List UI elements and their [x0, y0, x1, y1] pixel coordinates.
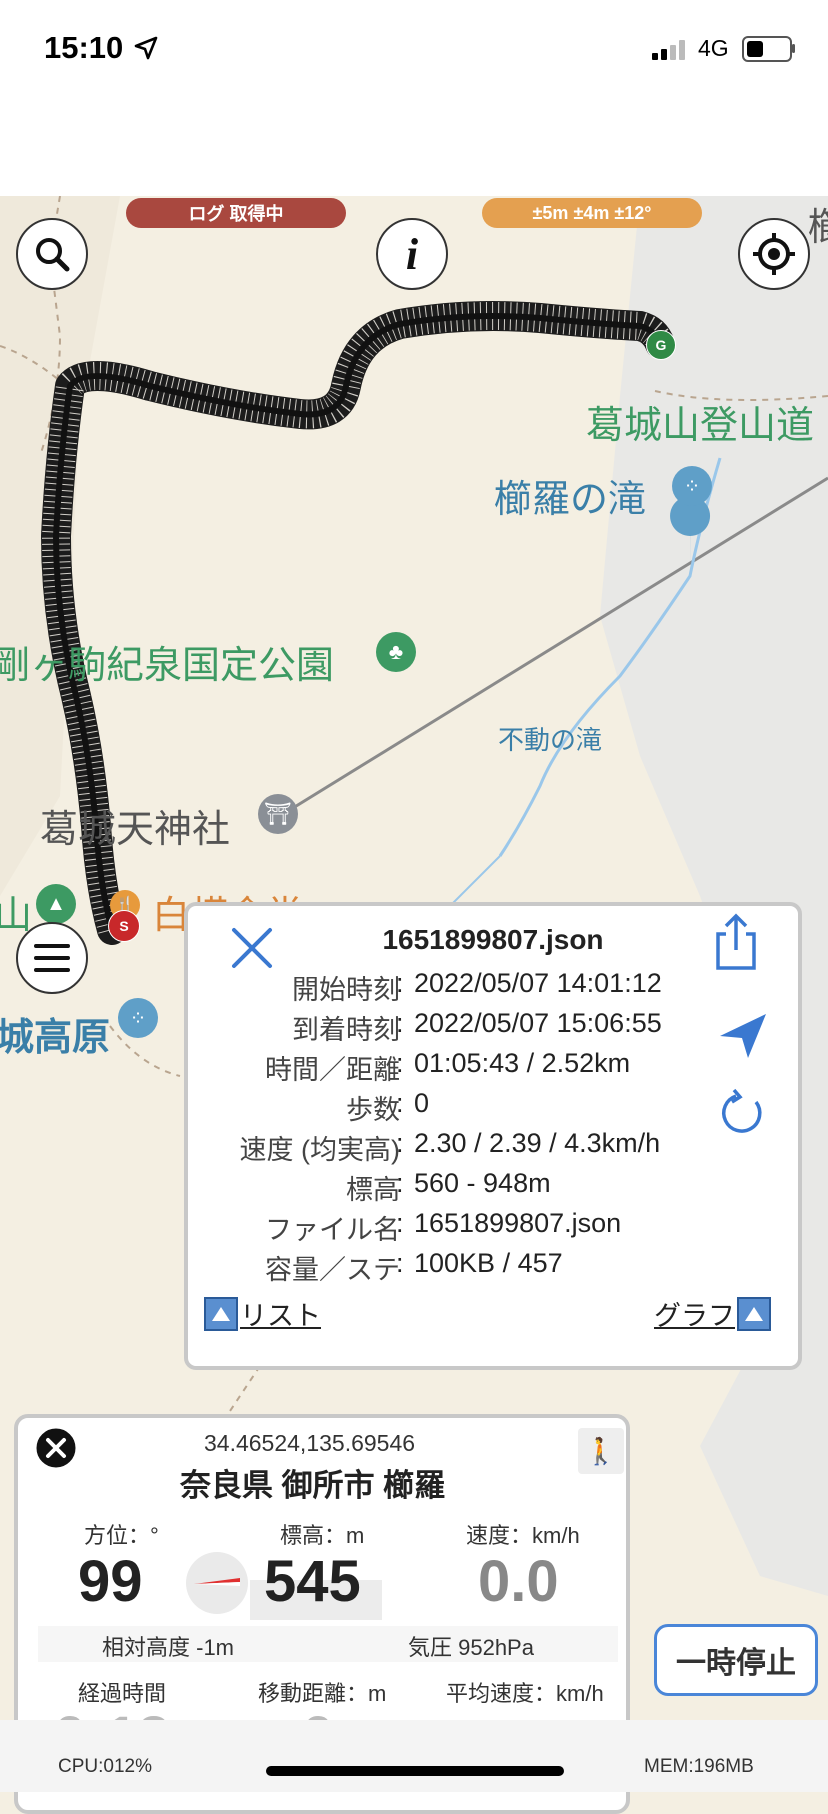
track-info-panel: 1651899807.json 開始時刻:2022/05/07 14:01:12… — [184, 902, 802, 1370]
label-right-partial: 櫛 — [808, 207, 828, 249]
label-fudo-waterfall: 不動の滝 — [498, 725, 603, 755]
info-row-speed: 速度 (均実高):2.30 / 2.39 / 4.3km/h — [239, 1128, 661, 1165]
search-icon — [36, 238, 70, 272]
label-waterfall: 櫛羅の滝 — [494, 479, 647, 521]
share-icon[interactable] — [710, 912, 762, 972]
bottom-bar: CPU:012% MEM:196MB — [0, 1720, 828, 1792]
search-button[interactable] — [16, 218, 88, 290]
bearing-value: 99 — [78, 1549, 143, 1614]
hamburger-icon — [34, 944, 70, 972]
shrine-pin-icon[interactable]: ⛩ — [258, 794, 298, 834]
locate-button[interactable] — [738, 218, 810, 290]
label-kogen: 城高原 — [0, 1017, 111, 1059]
battery-icon — [742, 36, 792, 62]
relative-altitude: 相対高度 -1m — [102, 1635, 235, 1660]
label-trailhead: 葛城山登山道 — [586, 405, 815, 447]
close-stats-icon[interactable] — [32, 1424, 80, 1472]
pressure: 気圧 952hPa — [408, 1635, 534, 1660]
coordinates: 34.46524,135.69546 — [204, 1430, 416, 1456]
info-button[interactable]: i — [376, 218, 448, 290]
label-park: 剛ヶ駒紀泉国定公園 — [0, 645, 335, 687]
compass-icon — [186, 1552, 248, 1614]
info-row-elevation: 標高:560 - 948m — [346, 1168, 551, 1205]
pause-button[interactable]: 一時停止 — [654, 1624, 818, 1696]
cpu-usage: CPU:012% — [58, 1756, 152, 1777]
status-bar: 15:10 4G — [0, 0, 828, 196]
altitude-value: 545 — [264, 1549, 361, 1614]
info-row-steps: 歩数:0 — [346, 1088, 430, 1125]
log-status-badge: ログ 取得中 — [126, 198, 346, 228]
address: 奈良県 御所市 櫛羅 — [180, 1468, 446, 1503]
graph-link[interactable]: グラフ — [654, 1294, 771, 1333]
park-pin-icon[interactable]: ♣ — [376, 632, 416, 672]
kogen-pin-icon[interactable]: ⁘ — [118, 998, 158, 1038]
info-row-end-time: 到着時刻:2022/05/07 15:06:55 — [292, 1008, 662, 1045]
info-row-size: 容量／ステ:100KB / 457 — [265, 1248, 563, 1285]
crosshair-icon — [753, 233, 795, 275]
track-file-title: 1651899807.json — [382, 924, 604, 955]
battery-tip — [792, 44, 795, 53]
altitude-label: 標高：m — [280, 1523, 365, 1548]
info-row-filename: ファイル名:1651899807.json — [265, 1208, 622, 1245]
menu-button[interactable] — [16, 922, 88, 994]
speed-value: 0.0 — [478, 1549, 559, 1614]
start-marker[interactable]: S — [108, 910, 140, 942]
location-arrow-icon — [134, 36, 158, 60]
list-link[interactable]: リスト — [204, 1294, 321, 1333]
bearing-label: 方位：° — [84, 1523, 159, 1548]
goal-marker[interactable]: G — [646, 330, 676, 360]
mountain-pin-icon[interactable]: ▲ — [36, 884, 76, 924]
accuracy-badge: ±5m ±4m ±12° — [482, 198, 702, 228]
info-row-start-time: 開始時刻:2022/05/07 14:01:12 — [292, 968, 662, 1005]
walking-mode-icon[interactable]: 🚶 — [578, 1428, 624, 1474]
cellular-signal-icon — [652, 40, 685, 60]
info-row-duration-distance: 時間／距離:01:05:43 / 2.52km — [265, 1048, 631, 1085]
network-type: 4G — [698, 35, 729, 61]
speed-label: 速度：km/h — [466, 1523, 580, 1548]
home-indicator[interactable] — [266, 1766, 564, 1776]
expand-up-icon — [204, 1296, 238, 1331]
memory-usage: MEM:196MB — [644, 1756, 754, 1777]
waterfall-pin-icon[interactable]: ⁘ — [672, 466, 712, 506]
status-time: 15:10 — [44, 30, 124, 65]
info-icon: i — [405, 229, 419, 279]
label-shrine: 葛城天神社 — [40, 809, 231, 851]
expand-up-icon — [737, 1296, 771, 1331]
